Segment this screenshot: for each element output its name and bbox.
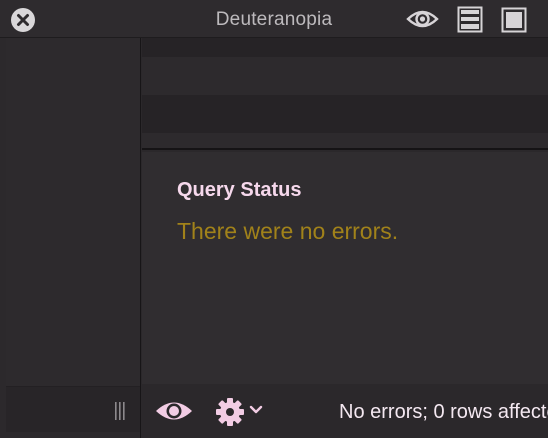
titlebar: Deuteranopia xyxy=(0,0,548,38)
results-row xyxy=(142,95,548,114)
status-heading: Query Status xyxy=(177,179,302,201)
sidebar-list xyxy=(6,38,140,388)
query-status-pane: Query Status There were no errors. xyxy=(142,152,548,384)
results-row xyxy=(142,133,548,148)
resize-grip-icon[interactable] xyxy=(114,401,126,421)
chevron-down-icon[interactable] xyxy=(249,405,263,415)
single-pane-icon[interactable] xyxy=(501,7,527,33)
list-view-icon[interactable] xyxy=(457,6,483,33)
bottom-toolbar: No errors; 0 rows affected xyxy=(142,384,548,438)
results-grid[interactable] xyxy=(142,38,548,150)
gear-icon[interactable] xyxy=(215,397,245,427)
results-row xyxy=(142,38,548,57)
eye-icon[interactable] xyxy=(406,8,439,30)
sidebar xyxy=(0,38,141,438)
status-summary: No errors; 0 rows affected xyxy=(339,401,548,423)
status-message: There were no errors. xyxy=(177,218,399,244)
results-row xyxy=(142,57,548,76)
results-row xyxy=(142,114,548,133)
eye-icon[interactable] xyxy=(154,398,194,424)
sidebar-footer xyxy=(6,386,140,432)
results-row xyxy=(142,76,548,95)
